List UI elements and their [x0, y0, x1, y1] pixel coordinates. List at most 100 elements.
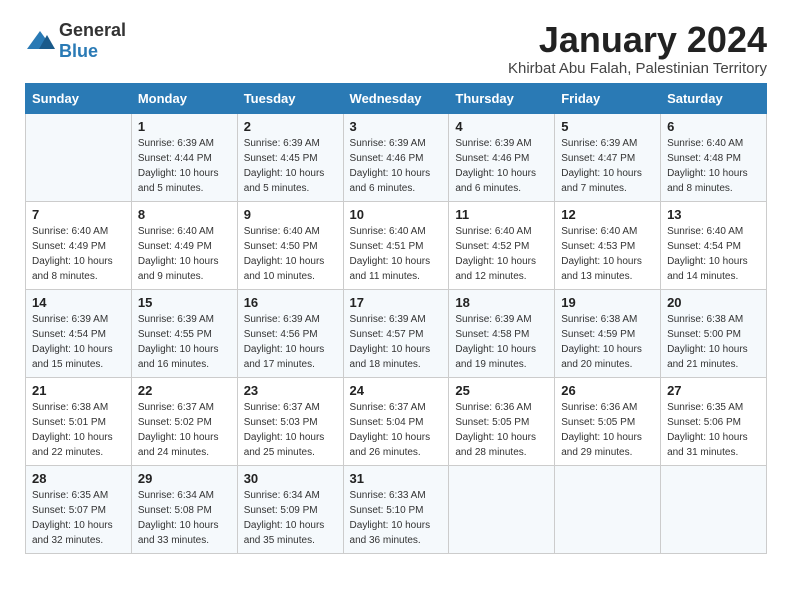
calendar-cell: 24 Sunrise: 6:37 AM Sunset: 5:04 PM Dayli…	[343, 377, 449, 465]
day-number: 26	[561, 383, 654, 398]
calendar-subtitle: Khirbat Abu Falah, Palestinian Territory	[508, 60, 767, 77]
day-number: 1	[138, 119, 231, 134]
calendar-cell: 27 Sunrise: 6:35 AM Sunset: 5:06 PM Dayli…	[661, 377, 767, 465]
day-info: Sunrise: 6:38 AM Sunset: 4:59 PM Dayligh…	[561, 312, 654, 372]
day-info: Sunrise: 6:37 AM Sunset: 5:02 PM Dayligh…	[138, 400, 231, 460]
day-number: 15	[138, 295, 231, 310]
day-number: 30	[244, 471, 337, 486]
calendar-cell: 28 Sunrise: 6:35 AM Sunset: 5:07 PM Dayli…	[26, 465, 132, 553]
calendar-cell: 15 Sunrise: 6:39 AM Sunset: 4:55 PM Dayli…	[131, 289, 237, 377]
day-number: 12	[561, 207, 654, 222]
logo-blue: Blue	[59, 41, 98, 61]
calendar-cell	[555, 465, 661, 553]
logo-icon	[25, 29, 55, 53]
day-number: 8	[138, 207, 231, 222]
day-info: Sunrise: 6:38 AM Sunset: 5:00 PM Dayligh…	[667, 312, 760, 372]
week-row-3: 14Sunrise: 6:39 AM Sunset: 4:54 PM Dayli…	[26, 289, 767, 377]
calendar-cell: 9 Sunrise: 6:40 AM Sunset: 4:50 PM Daylig…	[237, 201, 343, 289]
day-number: 11	[455, 207, 548, 222]
calendar-cell: 30Sunrise: 6:34 AM Sunset: 5:09 PM Dayli…	[237, 465, 343, 553]
day-info: Sunrise: 6:39 AM Sunset: 4:46 PM Dayligh…	[455, 136, 548, 196]
calendar-cell: 16 Sunrise: 6:39 AM Sunset: 4:56 PM Dayli…	[237, 289, 343, 377]
day-number: 22	[138, 383, 231, 398]
calendar-cell: 31 Sunrise: 6:33 AM Sunset: 5:10 PM Dayli…	[343, 465, 449, 553]
calendar-title: January 2024	[508, 20, 767, 60]
calendar-cell: 12 Sunrise: 6:40 AM Sunset: 4:53 PM Dayli…	[555, 201, 661, 289]
day-info: Sunrise: 6:38 AM Sunset: 5:01 PM Dayligh…	[32, 400, 125, 460]
calendar-cell: 19 Sunrise: 6:38 AM Sunset: 4:59 PM Dayli…	[555, 289, 661, 377]
day-number: 16	[244, 295, 337, 310]
day-info: Sunrise: 6:39 AM Sunset: 4:54 PM Dayligh…	[32, 312, 125, 372]
calendar-cell: 4 Sunrise: 6:39 AM Sunset: 4:46 PM Daylig…	[449, 113, 555, 201]
calendar-cell: 29 Sunrise: 6:34 AM Sunset: 5:08 PM Dayli…	[131, 465, 237, 553]
calendar-cell	[26, 113, 132, 201]
calendar-header: Sunday Monday Tuesday Wednesday Thursday…	[26, 83, 767, 113]
calendar-cell: 2Sunrise: 6:39 AM Sunset: 4:45 PM Daylig…	[237, 113, 343, 201]
day-number: 10	[350, 207, 443, 222]
header-wednesday: Wednesday	[343, 83, 449, 113]
day-info: Sunrise: 6:34 AM Sunset: 5:08 PM Dayligh…	[138, 488, 231, 548]
day-info: Sunrise: 6:40 AM Sunset: 4:53 PM Dayligh…	[561, 224, 654, 284]
day-info: Sunrise: 6:39 AM Sunset: 4:55 PM Dayligh…	[138, 312, 231, 372]
calendar-cell: 25Sunrise: 6:36 AM Sunset: 5:05 PM Dayli…	[449, 377, 555, 465]
week-row-4: 21 Sunrise: 6:38 AM Sunset: 5:01 PM Dayli…	[26, 377, 767, 465]
header-saturday: Saturday	[661, 83, 767, 113]
header-sunday: Sunday	[26, 83, 132, 113]
day-info: Sunrise: 6:40 AM Sunset: 4:51 PM Dayligh…	[350, 224, 443, 284]
day-info: Sunrise: 6:39 AM Sunset: 4:47 PM Dayligh…	[561, 136, 654, 196]
calendar-cell	[449, 465, 555, 553]
header-row: Sunday Monday Tuesday Wednesday Thursday…	[26, 83, 767, 113]
day-number: 20	[667, 295, 760, 310]
calendar-cell: 18Sunrise: 6:39 AM Sunset: 4:58 PM Dayli…	[449, 289, 555, 377]
day-number: 24	[350, 383, 443, 398]
calendar-cell: 7Sunrise: 6:40 AM Sunset: 4:49 PM Daylig…	[26, 201, 132, 289]
calendar-body: 1Sunrise: 6:39 AM Sunset: 4:44 PM Daylig…	[26, 113, 767, 553]
day-number: 19	[561, 295, 654, 310]
day-number: 28	[32, 471, 125, 486]
day-number: 2	[244, 119, 337, 134]
calendar-cell: 26 Sunrise: 6:36 AM Sunset: 5:05 PM Dayli…	[555, 377, 661, 465]
calendar-cell: 23 Sunrise: 6:37 AM Sunset: 5:03 PM Dayli…	[237, 377, 343, 465]
calendar-table: Sunday Monday Tuesday Wednesday Thursday…	[25, 83, 767, 554]
day-info: Sunrise: 6:39 AM Sunset: 4:46 PM Dayligh…	[350, 136, 443, 196]
calendar-cell: 1Sunrise: 6:39 AM Sunset: 4:44 PM Daylig…	[131, 113, 237, 201]
day-info: Sunrise: 6:37 AM Sunset: 5:03 PM Dayligh…	[244, 400, 337, 460]
day-info: Sunrise: 6:39 AM Sunset: 4:56 PM Dayligh…	[244, 312, 337, 372]
day-number: 31	[350, 471, 443, 486]
calendar-cell: 14Sunrise: 6:39 AM Sunset: 4:54 PM Dayli…	[26, 289, 132, 377]
day-info: Sunrise: 6:40 AM Sunset: 4:54 PM Dayligh…	[667, 224, 760, 284]
logo-general: General	[59, 20, 126, 40]
logo-text: General Blue	[59, 20, 126, 62]
day-number: 21	[32, 383, 125, 398]
day-number: 13	[667, 207, 760, 222]
day-number: 4	[455, 119, 548, 134]
calendar-cell: 17Sunrise: 6:39 AM Sunset: 4:57 PM Dayli…	[343, 289, 449, 377]
day-info: Sunrise: 6:40 AM Sunset: 4:50 PM Dayligh…	[244, 224, 337, 284]
header-monday: Monday	[131, 83, 237, 113]
day-info: Sunrise: 6:40 AM Sunset: 4:49 PM Dayligh…	[32, 224, 125, 284]
day-info: Sunrise: 6:36 AM Sunset: 5:05 PM Dayligh…	[561, 400, 654, 460]
day-info: Sunrise: 6:40 AM Sunset: 4:49 PM Dayligh…	[138, 224, 231, 284]
day-number: 23	[244, 383, 337, 398]
day-info: Sunrise: 6:33 AM Sunset: 5:10 PM Dayligh…	[350, 488, 443, 548]
day-number: 17	[350, 295, 443, 310]
title-block: January 2024 Khirbat Abu Falah, Palestin…	[508, 20, 767, 77]
day-number: 3	[350, 119, 443, 134]
logo: General Blue	[25, 20, 126, 62]
day-info: Sunrise: 6:37 AM Sunset: 5:04 PM Dayligh…	[350, 400, 443, 460]
day-info: Sunrise: 6:35 AM Sunset: 5:07 PM Dayligh…	[32, 488, 125, 548]
calendar-cell: 13 Sunrise: 6:40 AM Sunset: 4:54 PM Dayli…	[661, 201, 767, 289]
calendar-cell	[661, 465, 767, 553]
day-info: Sunrise: 6:40 AM Sunset: 4:52 PM Dayligh…	[455, 224, 548, 284]
day-number: 29	[138, 471, 231, 486]
day-number: 27	[667, 383, 760, 398]
day-number: 9	[244, 207, 337, 222]
header-friday: Friday	[555, 83, 661, 113]
week-row-5: 28 Sunrise: 6:35 AM Sunset: 5:07 PM Dayli…	[26, 465, 767, 553]
calendar-cell: 3 Sunrise: 6:39 AM Sunset: 4:46 PM Daylig…	[343, 113, 449, 201]
day-info: Sunrise: 6:39 AM Sunset: 4:58 PM Dayligh…	[455, 312, 548, 372]
calendar-cell: 22 Sunrise: 6:37 AM Sunset: 5:02 PM Dayli…	[131, 377, 237, 465]
header: General Blue January 2024 Khirbat Abu Fa…	[25, 20, 767, 77]
day-info: Sunrise: 6:35 AM Sunset: 5:06 PM Dayligh…	[667, 400, 760, 460]
calendar-cell: 6Sunrise: 6:40 AM Sunset: 4:48 PM Daylig…	[661, 113, 767, 201]
